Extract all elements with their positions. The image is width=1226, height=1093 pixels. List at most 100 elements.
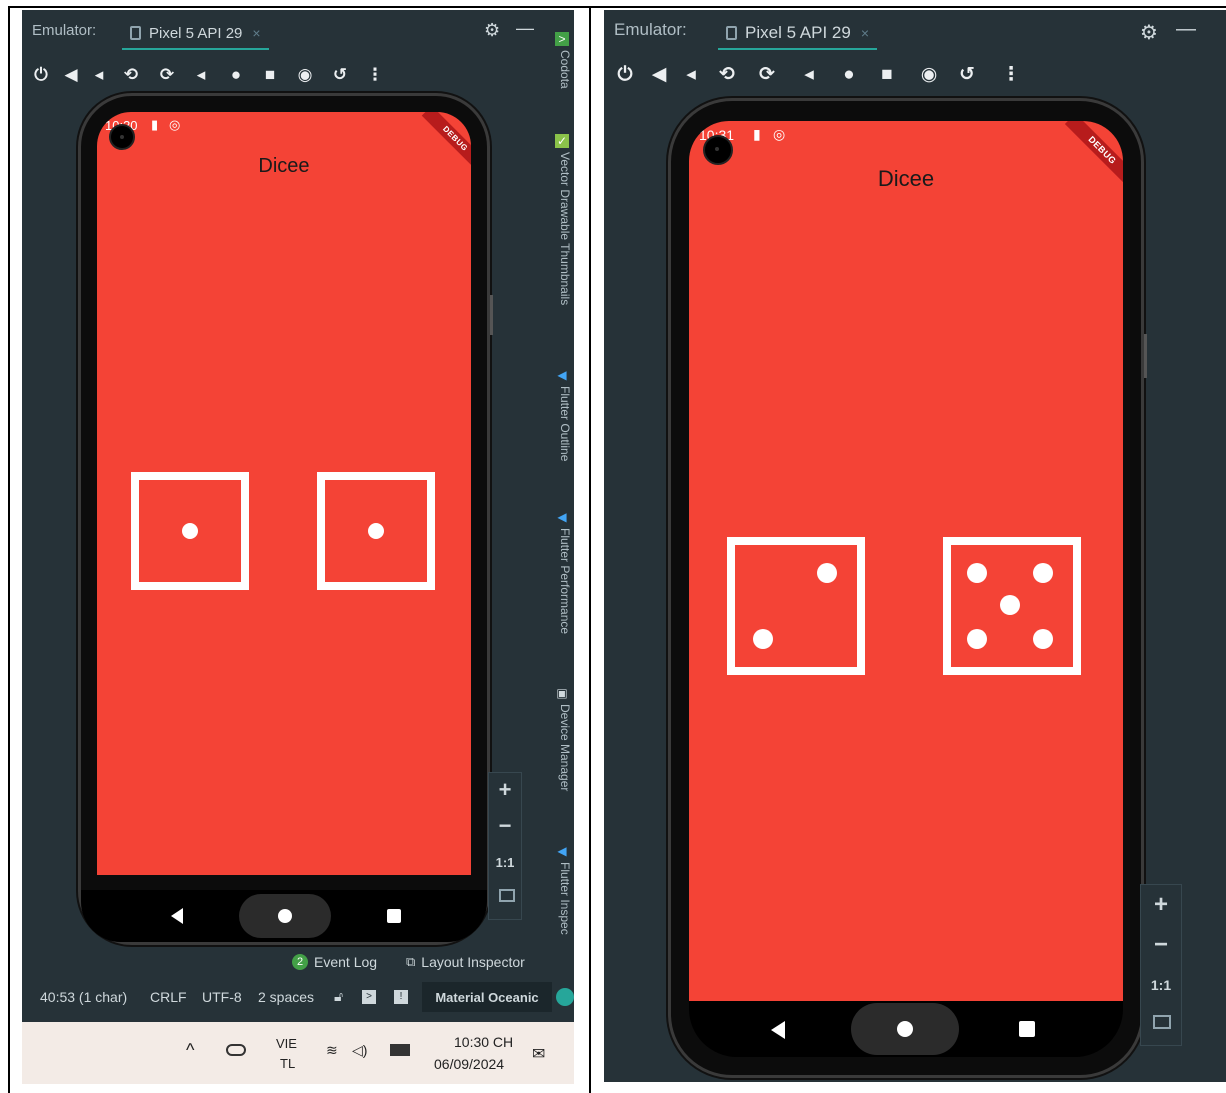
emulator-label: Emulator: [614,20,687,39]
zoom-in-button[interactable]: + [489,777,521,803]
dice-pip [753,629,773,649]
zoom-out-button[interactable]: − [1141,931,1181,959]
volume-icon[interactable]: ◁) [352,1042,367,1059]
tab-flutter-inspector[interactable]: Flutter Inspec [552,862,572,935]
language-bottom[interactable]: TL [280,1056,295,1071]
power-icon[interactable]: ⏻ [30,60,52,90]
right-dice[interactable] [943,537,1081,675]
notification-icon[interactable]: ! [394,990,408,1004]
phone-side-button [490,295,493,335]
gear-icon[interactable]: ⚙ [484,20,500,41]
overview-icon[interactable]: ■ [259,60,281,90]
sd-card-icon: ▮ [151,117,159,132]
nav-recents-icon[interactable] [1019,1021,1035,1037]
dice-pip [817,563,837,583]
cloud-icon[interactable] [226,1044,246,1056]
sync-icon: ◎ [169,117,181,132]
zoom-actual-button[interactable]: 1:1 [489,855,521,870]
nav-home-icon [278,909,292,923]
clock-date[interactable]: 06/09/2024 [434,1056,504,1072]
left-dice[interactable] [131,472,249,590]
overview-icon[interactable]: ■ [876,60,898,90]
clock-time[interactable]: 10:30 CH [454,1034,513,1050]
device-tab[interactable]: Pixel 5 API 29 × [718,18,878,50]
dice-pip [1000,595,1020,615]
minimize-icon[interactable]: — [516,18,534,39]
rotate-right-icon[interactable]: ⟳ [756,60,778,90]
volume-down-icon[interactable]: ◂ [680,60,702,90]
line-separator[interactable]: CRLF [150,989,187,1005]
vector-drawable-icon: ✓ [555,134,569,148]
screenshot-icon[interactable]: ◉ [294,60,316,90]
zoom-fit-icon[interactable] [1153,1015,1171,1029]
dice-pip [1033,563,1053,583]
tab-flutter-outline[interactable]: Flutter Outline [552,386,572,461]
minimize-icon[interactable]: — [1176,18,1196,41]
back-icon[interactable]: ◂ [190,60,212,90]
home-icon[interactable]: ● [838,60,860,90]
rotate-left-icon[interactable]: ⟲ [716,60,738,90]
zoom-out-button[interactable]: − [489,813,521,839]
notification-bell-icon[interactable]: ✉ [532,1044,545,1064]
nav-recents-icon[interactable] [387,909,401,923]
tab-codota[interactable]: Codota [552,50,572,89]
volume-down-icon[interactable]: ◂ [88,60,110,90]
event-log-button[interactable]: 2 Event Log [292,954,377,970]
tool-window-bar: 2 Event Log ⧉ Layout Inspector [22,947,574,977]
terminal-icon[interactable]: > [362,990,376,1004]
language-top[interactable]: VIE [276,1036,297,1051]
caret-position[interactable]: 40:53 (1 char) [40,989,127,1005]
close-icon[interactable]: × [252,25,260,41]
gear-icon[interactable]: ⚙ [1140,20,1158,45]
flutter-icon: ◀ [557,510,567,524]
camera-icon [109,124,135,150]
sd-card-icon: ▮ [753,126,761,142]
layout-inspector-icon: ⧉ [406,954,416,969]
tab-flutter-performance[interactable]: Flutter Performance [552,528,572,634]
dice-pip [967,563,987,583]
app-screen[interactable]: 10:30 ▮ ◎ DEBUG Dicee [97,112,471,875]
rotate-left-icon[interactable]: ⟲ [120,60,142,90]
tab-device-manager[interactable]: Device Manager [552,704,572,791]
volume-up-icon[interactable]: ◀ [60,60,82,90]
theme-dot-icon [556,988,574,1006]
nav-bar [81,890,487,942]
more-icon[interactable]: ⋮ [364,60,386,90]
right-dice[interactable] [317,472,435,590]
app-title: Dicee [258,155,310,177]
nav-home-button[interactable] [851,1003,959,1055]
device-tab[interactable]: Pixel 5 API 29 × [122,18,269,50]
close-icon[interactable]: × [861,25,869,41]
theme-indicator[interactable]: Material Oceanic [422,982,552,1012]
screenshot-icon[interactable]: ◉ [918,60,940,90]
chevron-up-icon[interactable]: ^ [186,1040,194,1061]
nav-back-icon[interactable] [171,908,183,924]
frame-divider [589,6,591,1093]
wifi-icon[interactable]: ≋ [326,1042,338,1059]
app-screen[interactable]: 10:31 ▮ ◎ DEBUG Dicee [689,121,1123,1001]
back-icon[interactable]: ◂ [798,60,820,90]
zoom-controls: + − 1:1 [488,772,522,920]
home-icon[interactable]: ● [225,60,247,90]
lock-icon[interactable]: 🔓︎ [334,988,343,1005]
battery-icon[interactable] [390,1044,410,1056]
indent-setting[interactable]: 2 spaces [258,989,314,1005]
snapshot-icon[interactable]: ↺ [329,60,351,90]
emulator-window-right: Emulator: Pixel 5 API 29 × ⚙ — ⏻ ◀ ◂ ⟲ ⟳… [604,10,1226,1082]
rotate-right-icon[interactable]: ⟳ [156,60,178,90]
emulator-toolbar: ⏻ ◀ ◂ ⟲ ⟳ ◂ ● ■ ◉ ↺ ⋮ [604,60,1226,90]
nav-home-button[interactable] [239,894,331,938]
tab-vector-drawable[interactable]: Vector Drawable Thumbnails [552,152,572,305]
volume-up-icon[interactable]: ◀ [648,60,670,90]
nav-back-icon[interactable] [771,1021,785,1039]
snapshot-icon[interactable]: ↺ [956,60,978,90]
power-icon[interactable]: ⏻ [614,60,636,90]
layout-inspector-button[interactable]: ⧉ Layout Inspector [406,954,525,970]
zoom-fit-icon[interactable] [499,889,515,902]
windows-taskbar: ^ VIE TL ≋ ◁) 10:30 CH 06/09/2024 ✉ [22,1022,574,1084]
more-icon[interactable]: ⋮ [1000,60,1022,90]
zoom-actual-button[interactable]: 1:1 [1141,977,1181,993]
left-dice[interactable] [727,537,865,675]
zoom-in-button[interactable]: + [1141,891,1181,919]
file-encoding[interactable]: UTF-8 [202,989,242,1005]
